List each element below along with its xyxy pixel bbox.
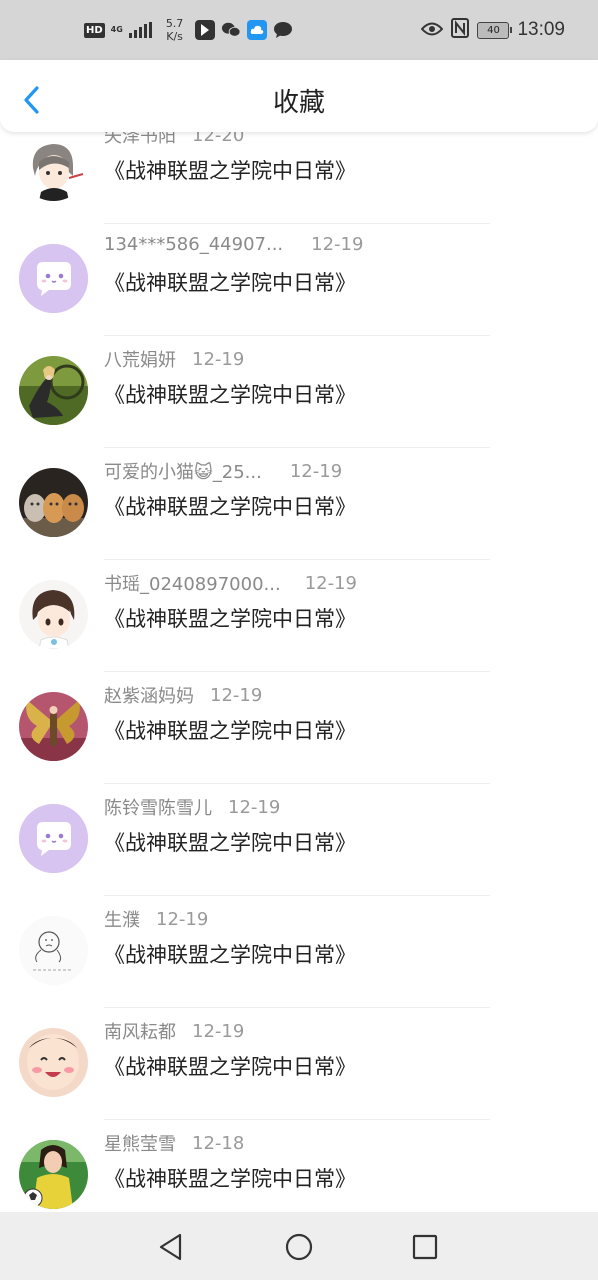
network-speed: 5.7 K/s: [166, 17, 184, 43]
list-item[interactable]: 可爱的小猫😺_25... 12-19 《战神联盟之学院中日常》: [0, 448, 598, 560]
list-item[interactable]: 星熊莹雪 12-18 《战神联盟之学院中日常》: [0, 1120, 598, 1212]
avatar[interactable]: [19, 804, 88, 873]
username[interactable]: 可爱的小猫😺_25...: [104, 458, 262, 484]
list-item[interactable]: 书瑶_0240897000... 12-19 《战神联盟之学院中日常》: [0, 560, 598, 672]
avatar[interactable]: [19, 244, 88, 313]
work-title[interactable]: 《战神联盟之学院中日常》: [104, 603, 356, 633]
battery-level: 40: [487, 24, 500, 36]
username[interactable]: 星熊莹雪: [104, 1130, 176, 1156]
list-item[interactable]: 赵紫涵妈妈 12-19 《战神联盟之学院中日常》: [0, 672, 598, 784]
signal-icon: [128, 22, 152, 38]
triangle-back-icon: [159, 1233, 182, 1261]
username[interactable]: 矢泽书阳: [104, 132, 176, 148]
list-item[interactable]: 矢泽书阳 12-20 《战神联盟之学院中日常》: [0, 132, 598, 224]
chat-bubble-icon: [19, 804, 88, 873]
username[interactable]: 南风耘都: [104, 1018, 176, 1044]
nav-home-button[interactable]: [284, 1232, 314, 1262]
status-right: 40 13:09: [421, 0, 565, 60]
square-recents-icon: [412, 1234, 438, 1260]
username[interactable]: 生濮: [104, 906, 140, 932]
clock: 13:09: [517, 19, 565, 40]
app-header: 收藏: [0, 60, 598, 132]
date: 12-19: [311, 234, 364, 255]
work-title[interactable]: 《战神联盟之学院中日常》: [104, 715, 356, 745]
work-title[interactable]: 《战神联盟之学院中日常》: [104, 939, 356, 969]
nfc-icon: [451, 18, 470, 42]
work-title[interactable]: 《战神联盟之学院中日常》: [104, 491, 356, 521]
date: 12-19: [228, 796, 281, 818]
nav-recents-button[interactable]: [410, 1232, 440, 1262]
item-meta: 矢泽书阳 12-20: [104, 132, 244, 148]
wechat-icon: [221, 20, 241, 40]
username[interactable]: 八荒娟妍: [104, 346, 176, 372]
item-meta: 可爱的小猫😺_25... 12-19: [104, 458, 342, 484]
chat-bubble-icon: [19, 244, 88, 313]
cloud-icon: [247, 20, 268, 40]
eye-icon: [421, 21, 444, 40]
page-title: 收藏: [272, 88, 325, 118]
avatar[interactable]: [19, 580, 88, 649]
speed-unit: K/s: [166, 30, 183, 43]
system-nav-bar: [0, 1212, 598, 1280]
favorites-list: 矢泽书阳 12-20 《战神联盟之学院中日常》 134***586_44907.…: [0, 132, 598, 1212]
username[interactable]: 书瑶_0240897000...: [104, 570, 281, 596]
work-title[interactable]: 《战神联盟之学院中日常》: [104, 155, 356, 185]
list-item[interactable]: 生濮 12-19 《战神联盟之学院中日常》: [0, 896, 598, 1008]
list-item[interactable]: 八荒娟妍 12-19 《战神联盟之学院中日常》: [0, 336, 598, 448]
avatar[interactable]: [19, 1028, 88, 1097]
avatar[interactable]: [19, 692, 88, 761]
item-meta: 134***586_44907... 12-19: [104, 234, 363, 255]
list-item[interactable]: 南风耘都 12-19 《战神联盟之学院中日常》: [0, 1008, 598, 1120]
date: 12-19: [304, 572, 357, 594]
avatar[interactable]: [19, 132, 88, 201]
date: 12-19: [192, 1020, 245, 1042]
work-title[interactable]: 《战神联盟之学院中日常》: [104, 1163, 356, 1193]
avatar[interactable]: [19, 916, 88, 985]
item-meta: 生濮 12-19: [104, 906, 208, 932]
username[interactable]: 陈铃雪陈雪儿: [104, 794, 212, 820]
circle-home-icon: [285, 1233, 313, 1261]
item-meta: 八荒娟妍 12-19: [104, 346, 244, 372]
speed-value: 5.7: [165, 17, 184, 30]
avatar[interactable]: [19, 1140, 88, 1209]
work-title[interactable]: 《战神联盟之学院中日常》: [104, 1051, 356, 1081]
date: 12-20: [192, 132, 245, 146]
item-meta: 书瑶_0240897000... 12-19: [104, 570, 357, 596]
username[interactable]: 赵紫涵妈妈: [104, 682, 194, 708]
message-icon: [273, 20, 293, 40]
avatar[interactable]: [19, 468, 88, 537]
app-notification-icon: [195, 20, 216, 40]
item-meta: 赵紫涵妈妈 12-19: [104, 682, 262, 708]
network-label: 4G: [110, 25, 123, 34]
date: 12-19: [210, 684, 263, 706]
date: 12-19: [289, 460, 343, 482]
item-meta: 南风耘都 12-19: [104, 1018, 244, 1044]
username[interactable]: 134***586_44907...: [104, 234, 283, 255]
hd-badge: HD: [84, 22, 105, 38]
date: 12-18: [192, 1132, 245, 1154]
item-meta: 陈铃雪陈雪儿 12-19: [104, 794, 280, 820]
date: 12-19: [192, 348, 245, 370]
status-left: HD 4G 5.7 K/s: [84, 0, 293, 60]
battery-icon: 40: [477, 21, 513, 39]
work-title[interactable]: 《战神联盟之学院中日常》: [104, 827, 356, 857]
avatar[interactable]: [19, 356, 88, 425]
work-title[interactable]: 《战神联盟之学院中日常》: [104, 379, 356, 409]
status-bar: HD 4G 5.7 K/s 40 13:09: [0, 0, 598, 60]
list-item[interactable]: 陈铃雪陈雪儿 12-19 《战神联盟之学院中日常》: [0, 784, 598, 896]
nav-back-button[interactable]: [156, 1232, 186, 1262]
list-item[interactable]: 134***586_44907... 12-19 《战神联盟之学院中日常》: [0, 224, 598, 336]
date: 12-19: [156, 908, 209, 930]
work-title[interactable]: 《战神联盟之学院中日常》: [104, 267, 356, 297]
item-meta: 星熊莹雪 12-18: [104, 1130, 244, 1156]
